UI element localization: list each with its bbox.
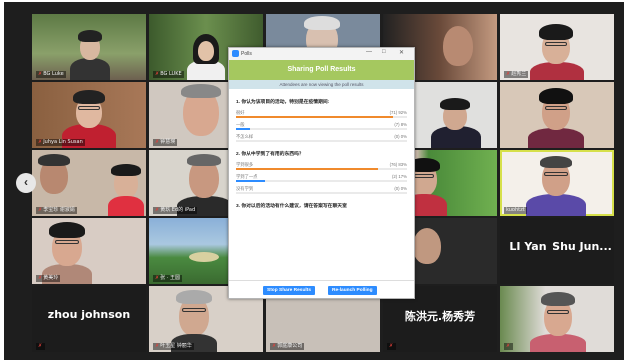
poll-result-bar	[236, 116, 394, 118]
participant-tile[interactable]	[500, 82, 614, 148]
poll-result-bar-track	[236, 192, 407, 194]
poll-option-result: (0) 0%	[394, 134, 407, 139]
poll-option: 很好 (71) 92%	[236, 110, 407, 122]
poll-result-bar-track	[236, 128, 407, 130]
participant-name: ✗BG LUKE	[153, 71, 184, 78]
participant-name: ✗李宝珍 谢淑娟	[36, 207, 77, 214]
poll-question: 3. 你对以后的活动有什么建议，请在答案写在聊天室	[236, 204, 347, 209]
poll-results-window[interactable]: Polls — □ ✕ Sharing Poll Results Attende…	[228, 47, 415, 299]
participant-tile[interactable]: LI Yan Shu Jun...	[500, 218, 614, 284]
maximize-button[interactable]: □	[382, 49, 386, 55]
poll-result-bar	[236, 168, 378, 170]
poll-question: 2. 你从中学到了有用的东西吗？	[236, 152, 304, 157]
poll-option: 一般 (7) 8%	[236, 122, 407, 134]
participant-name-card: Shu Jun...	[552, 240, 612, 253]
participant-name-card: 陈洪元.杨秀芳	[404, 310, 476, 323]
muted-mic-icon: ✗	[155, 275, 160, 281]
poll-option: 学到很多 (76) 83%	[236, 162, 407, 174]
relaunch-polling-button[interactable]: Re-launch Polling	[328, 286, 377, 295]
muted-mic-icon: ✗	[155, 343, 160, 349]
active-speaker-tile[interactable]: kuohtzt	[500, 150, 614, 216]
participant-tile[interactable]: ✗BG Luke	[32, 14, 146, 80]
participant-name: ✗钟慧瑛	[153, 139, 178, 146]
participant-tile[interactable]: ✗李宝珍 谢淑娟	[32, 150, 146, 216]
muted-mic-icon: ✗	[38, 343, 43, 349]
zoom-logo-icon	[232, 50, 239, 57]
participant-name: ✗黄美玲	[36, 275, 61, 282]
muted-mic-icon: ✗	[155, 207, 160, 213]
participant-name: kuohtzt	[504, 207, 527, 214]
poll-result-bar	[236, 128, 250, 130]
poll-title: Sharing Poll Results	[229, 60, 414, 80]
muted-mic-icon: ✗	[272, 343, 277, 349]
close-button[interactable]: ✕	[399, 49, 404, 56]
participant-name: ✗叶玉星 钟丽华	[153, 343, 194, 350]
participant-name: ✗	[387, 343, 397, 350]
poll-question: 1. 你认为该项目的活动，特别是在疫情期间:	[236, 100, 330, 105]
participant-tile[interactable]: zhou johnson ✗	[32, 286, 146, 352]
participant-tile[interactable]: ✗Juhya Lin Susan	[32, 82, 146, 148]
poll-questions: 1. 你认为该项目的活动，特别是在疫情期间: 很好 (71) 92% 一般 (7) 8%…	[229, 89, 414, 209]
muted-mic-icon: ✗	[38, 275, 43, 281]
window-titlebar[interactable]: Polls — □ ✕	[229, 48, 414, 60]
participant-name: ✗赵秀兰	[504, 71, 529, 78]
poll-footer: Stop Share Results Re-launch Polling	[229, 280, 414, 298]
participant-name: ✗	[504, 343, 514, 350]
poll-result-bar-track	[236, 140, 407, 142]
chevron-left-icon: ‹	[24, 175, 28, 189]
muted-mic-icon: ✗	[155, 139, 160, 145]
muted-mic-icon: ✗	[389, 343, 394, 349]
poll-subtitle: Attendees are now viewing the poll resul…	[229, 80, 414, 89]
poll-result-bar-track	[236, 180, 407, 182]
poll-option-result: (2) 17%	[391, 174, 407, 179]
muted-mic-icon: ✗	[38, 71, 43, 77]
participant-tile[interactable]: ✗	[500, 286, 614, 352]
stop-share-results-button[interactable]: Stop Share Results	[263, 286, 315, 295]
participant-tile[interactable]: ✗赵秀兰	[500, 14, 614, 80]
poll-result-bar	[236, 180, 266, 182]
poll-option: 不怎么样 (0) 0%	[236, 134, 407, 146]
poll-option-result: (7) 8%	[394, 122, 407, 127]
participant-name: ✗黄玖 Ed的 iPad	[153, 207, 198, 214]
participant-name-card: zhou johnson	[47, 308, 131, 321]
participant-name: ✗BG Luke	[36, 71, 66, 78]
participant-name: ✗	[36, 343, 46, 350]
muted-mic-icon: ✗	[155, 71, 160, 77]
poll-option-result: (76) 83%	[389, 162, 407, 167]
window-app-name: Polls	[241, 51, 252, 57]
poll-result-bar-track	[236, 168, 407, 170]
muted-mic-icon: ✗	[506, 71, 511, 77]
muted-mic-icon: ✗	[506, 343, 511, 349]
previous-page-button[interactable]: ‹	[16, 173, 36, 193]
poll-option-result: (0) 0%	[394, 186, 407, 191]
poll-option: 学到了一点 (2) 17%	[236, 174, 407, 186]
participant-name-card: LI Yan	[509, 240, 547, 253]
poll-option-result: (71) 92%	[389, 110, 407, 115]
muted-mic-icon: ✗	[38, 139, 43, 145]
poll-option: 没有学到 (0) 0%	[236, 186, 407, 198]
minimize-button[interactable]: —	[366, 49, 372, 55]
muted-mic-icon: ✗	[38, 207, 43, 213]
participant-name: ✗张 · 王圆	[153, 275, 182, 282]
participant-name: ✗Juhya Lin Susan	[36, 139, 85, 146]
participant-tile[interactable]: ✗黄美玲	[32, 218, 146, 284]
participant-name: ✗郭庭康公司	[270, 343, 305, 350]
poll-result-bar-track	[236, 116, 407, 118]
